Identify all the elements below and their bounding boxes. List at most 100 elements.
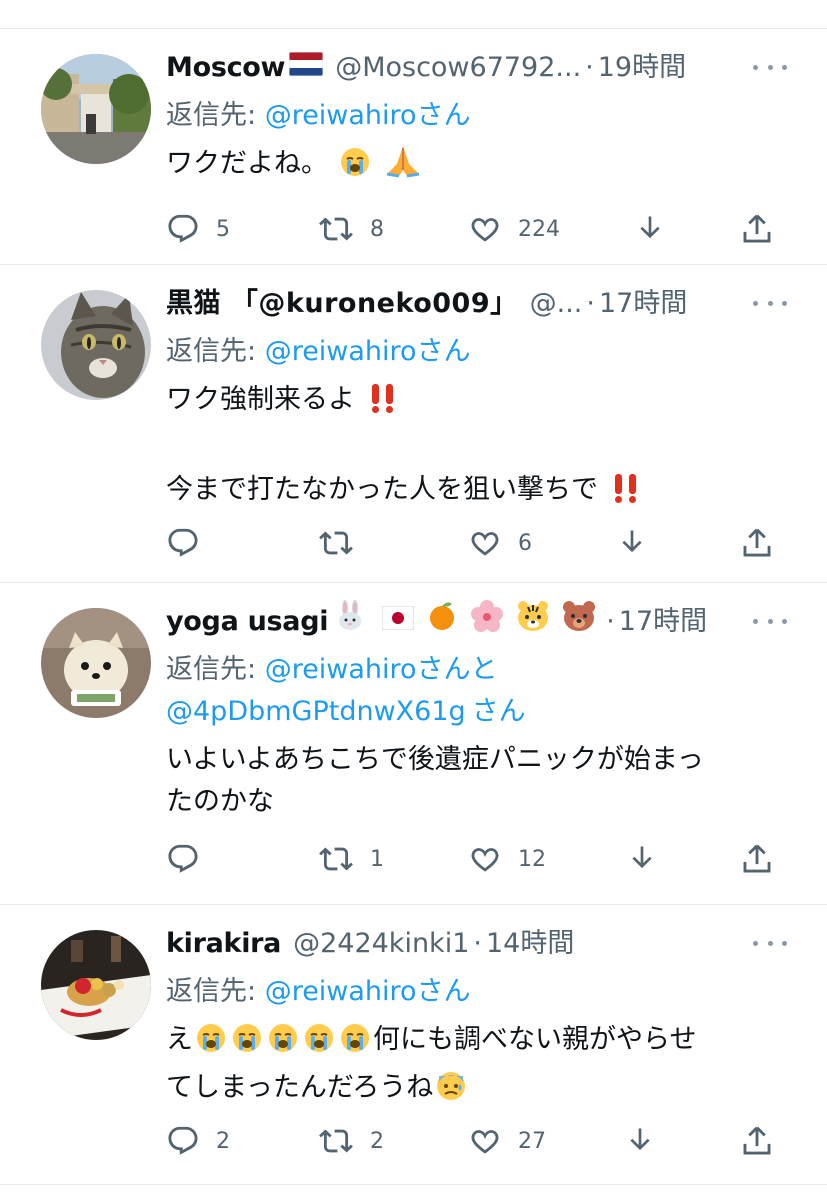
crying-face-icon xyxy=(339,146,371,191)
like-count: 224 xyxy=(518,216,560,242)
tweet-text-line: ワクだよね。 xyxy=(166,148,328,179)
user-handle[interactable]: @Moscow67792... xyxy=(335,47,581,89)
reply-count: 5 xyxy=(216,216,230,242)
tweet-moscow[interactable]: Moscow @Moscow67792... · 19時間 返信先: @reiw… xyxy=(0,29,827,265)
crying-face-icon xyxy=(231,1022,263,1067)
timestamp[interactable]: 19時間 xyxy=(598,47,686,89)
crying-face-icon xyxy=(267,1022,299,1067)
more-icon[interactable] xyxy=(753,931,787,955)
share-icon xyxy=(743,528,771,557)
separator-dot: · xyxy=(586,288,595,319)
display-name[interactable]: kirakira xyxy=(166,923,281,965)
retweet-count: 1 xyxy=(370,846,384,872)
share-icon xyxy=(743,214,771,243)
like-icon xyxy=(471,1130,499,1154)
share-button[interactable] xyxy=(740,837,774,881)
tweet-kirakira[interactable]: kirakira @2424kinki1 · 14時間 返信先: @reiwah… xyxy=(0,905,827,1185)
like-count: 12 xyxy=(518,846,546,872)
reply-feed: Moscow @Moscow67792... · 19時間 返信先: @reiw… xyxy=(0,29,827,1185)
download-icon xyxy=(622,530,642,553)
reply-to-line: 返信先: @reiwahiroさん xyxy=(166,331,787,373)
mention-reiwahiro[interactable]: @reiwahiro xyxy=(265,336,417,367)
cherry-blossom-icon xyxy=(470,599,504,646)
reply-to-label: 返信先: xyxy=(166,654,265,685)
netherlands-flag-icon xyxy=(288,47,324,89)
reply-button[interactable]: 2 xyxy=(166,1119,230,1163)
reply-button[interactable] xyxy=(166,521,216,565)
share-button[interactable] xyxy=(740,521,774,565)
tangerine-icon xyxy=(426,600,458,645)
retweet-button[interactable] xyxy=(318,521,370,565)
reply-icon xyxy=(168,844,198,873)
share-button[interactable] xyxy=(740,207,774,251)
download-button[interactable] xyxy=(626,837,658,881)
reply-icon xyxy=(168,528,198,557)
share-icon xyxy=(743,1126,771,1155)
retweet-button[interactable]: 1 xyxy=(318,837,384,881)
reply-to-label: 返信先: xyxy=(166,100,265,131)
retweet-button[interactable]: 2 xyxy=(318,1119,384,1163)
anxious-face-with-sweat-icon xyxy=(435,1070,467,1115)
retweet-button[interactable]: 8 xyxy=(318,207,384,251)
reply-icon xyxy=(168,1126,198,1155)
mention-reiwahiro[interactable]: @reiwahiro xyxy=(265,654,417,685)
user-handle[interactable]: @... xyxy=(530,283,583,325)
display-name[interactable]: 黒猫 「@kuroneko009」 xyxy=(166,283,518,325)
san-suffix: さん xyxy=(416,654,471,685)
download-icon xyxy=(632,846,652,869)
bear-face-icon xyxy=(562,600,596,645)
avatar[interactable] xyxy=(41,54,151,164)
user-handle[interactable]: @2424kinki1 xyxy=(293,923,469,965)
reply-button[interactable] xyxy=(166,837,216,881)
download-icon xyxy=(640,216,660,239)
san-suffix: さん xyxy=(471,696,526,727)
download-button[interactable] xyxy=(634,207,666,251)
download-button[interactable] xyxy=(616,521,648,565)
display-name[interactable]: yoga usagi xyxy=(166,601,329,643)
tweet-kuroneko[interactable]: 黒猫 「@kuroneko009」 @... · 17時間 返信先: @reiw… xyxy=(0,265,827,583)
mention-4pdbmgptdnwx61g[interactable]: @4pDbmGPtdnwX61g xyxy=(166,696,466,727)
timestamp[interactable]: 14時間 xyxy=(486,923,574,965)
san-suffix: さん xyxy=(416,336,471,367)
avatar[interactable] xyxy=(41,608,151,718)
more-icon[interactable] xyxy=(753,609,787,633)
san-suffix: さん xyxy=(416,100,471,131)
tiger-face-icon xyxy=(516,600,550,645)
retweet-icon xyxy=(319,531,353,555)
reply-button[interactable]: 5 xyxy=(166,207,230,251)
retweet-icon xyxy=(319,1129,353,1153)
japan-flag-icon xyxy=(381,601,415,643)
separator-dot: · xyxy=(606,606,615,637)
separator-dot: · xyxy=(585,52,594,83)
timestamp[interactable]: 17時間 xyxy=(599,283,687,325)
more-icon[interactable] xyxy=(753,55,787,79)
download-icon xyxy=(630,1128,650,1151)
more-icon[interactable] xyxy=(753,291,787,315)
avatar[interactable] xyxy=(41,930,151,1040)
avatar[interactable] xyxy=(41,290,151,400)
separator-dot: · xyxy=(473,928,482,959)
like-icon xyxy=(471,218,499,242)
mention-reiwahiro[interactable]: @reiwahiro xyxy=(265,976,417,1007)
like-button[interactable]: 12 xyxy=(468,837,546,881)
retweet-icon xyxy=(319,847,353,871)
like-count: 6 xyxy=(518,530,532,556)
download-button[interactable] xyxy=(624,1119,656,1163)
display-name[interactable]: Moscow xyxy=(166,47,285,89)
like-button[interactable]: 27 xyxy=(468,1119,546,1163)
like-button[interactable]: 224 xyxy=(468,207,560,251)
tweet-text-line: たのかな xyxy=(166,786,274,817)
share-button[interactable] xyxy=(740,1119,774,1163)
like-icon xyxy=(471,532,499,556)
mention-reiwahiro[interactable]: @reiwahiro xyxy=(265,100,417,131)
tweet-yoga-usagi[interactable]: yoga usagi · 17時間 返信先: @reiwahiroさんと @4p… xyxy=(0,583,827,905)
crying-face-icon xyxy=(303,1022,335,1067)
tweet-text: え 何にも調べない親がやらせ てしまったんだろうね xyxy=(166,1019,787,1115)
like-button[interactable]: 6 xyxy=(468,521,532,565)
like-icon xyxy=(471,848,499,872)
tweet-text-line: てしまったんだろうね xyxy=(166,1072,434,1103)
folded-hands-icon xyxy=(383,144,423,191)
timestamp[interactable]: 17時間 xyxy=(619,601,707,643)
reply-to-line: 返信先: @reiwahiroさんと @4pDbmGPtdnwX61g さん xyxy=(166,649,787,733)
